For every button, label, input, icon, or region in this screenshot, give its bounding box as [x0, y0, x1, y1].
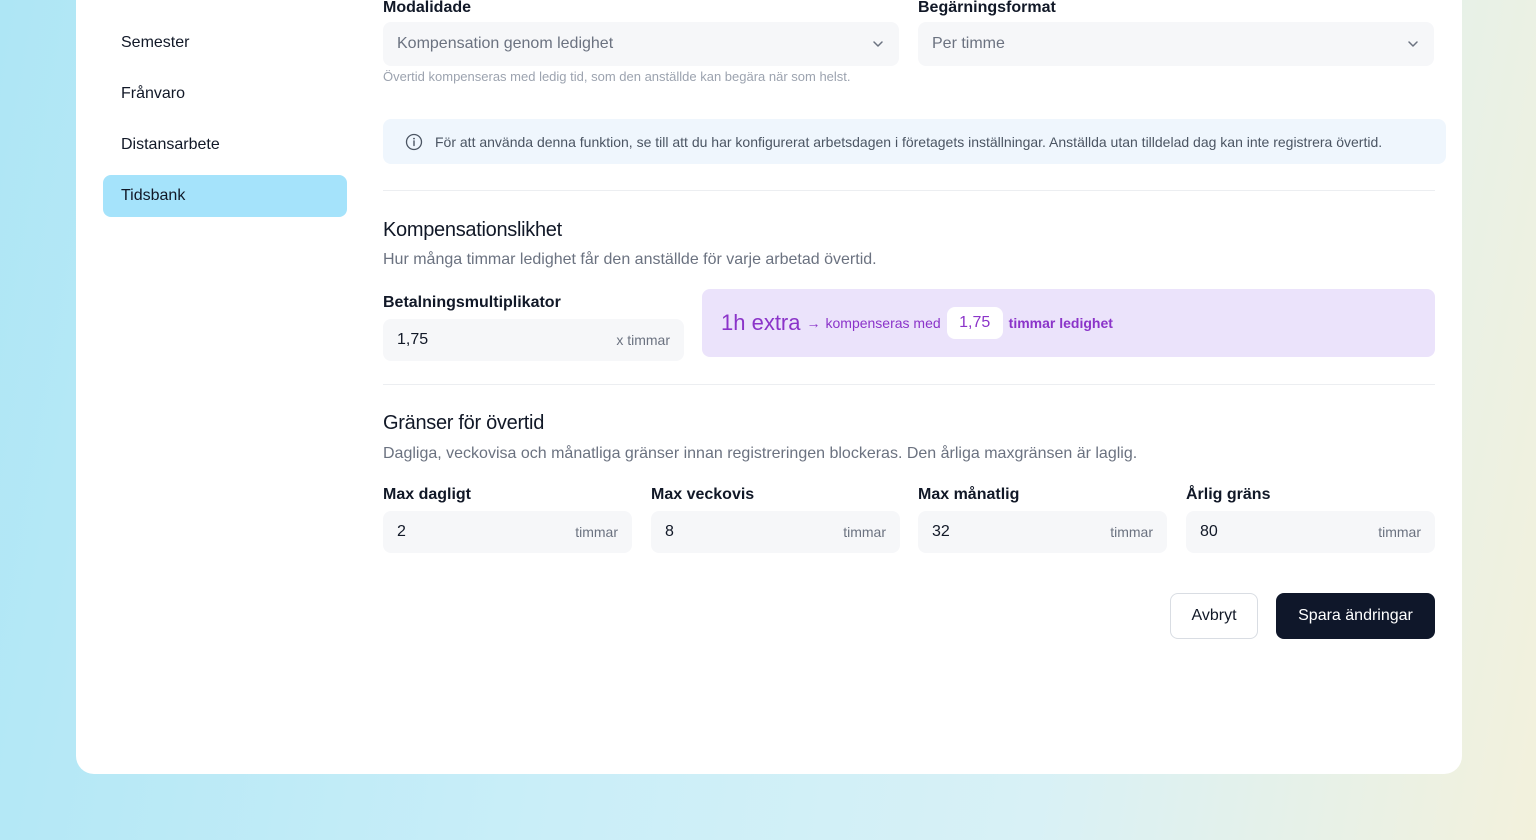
divider: [383, 190, 1435, 191]
max-daily-input[interactable]: 2 timmar: [383, 511, 632, 553]
max-daily-unit: timmar: [575, 524, 618, 540]
sidebar-item-distansarbete[interactable]: Distansarbete: [103, 124, 347, 166]
settings-sidebar: Semester Frånvaro Distansarbete Tidsbank: [103, 22, 347, 226]
sidebar-item-franvaro[interactable]: Frånvaro: [103, 73, 347, 115]
limits-subtitle: Dagliga, veckovisa och månatliga gränser…: [383, 445, 1138, 462]
max-daily-value: 2: [397, 523, 406, 540]
sidebar-item-label: Semester: [121, 34, 190, 51]
max-monthly-field: Max månatlig 32 timmar: [918, 485, 1167, 553]
yearly-limit-field: Årlig gräns 80 timmar: [1186, 485, 1435, 553]
max-weekly-unit: timmar: [843, 524, 886, 540]
preview-trail: timmar ledighet: [1008, 315, 1113, 331]
max-daily-label: Max dagligt: [383, 486, 472, 503]
max-weekly-value: 8: [665, 523, 674, 540]
compensation-title: Kompensationslikhet: [383, 219, 562, 241]
sidebar-item-tidsbank[interactable]: Tidsbank: [103, 175, 347, 217]
multiplier-label: Betalningsmultiplikator: [383, 294, 561, 311]
sidebar-item-semester[interactable]: Semester: [103, 22, 347, 64]
request-format-value: Per timme: [932, 35, 1005, 52]
info-icon: [405, 133, 423, 150]
limits-title: Gränser för övertid: [383, 412, 545, 434]
settings-card: Semester Frånvaro Distansarbete Tidsbank…: [76, 0, 1462, 774]
multiplier-field: Betalningsmultiplikator 1,75 x timmar: [383, 293, 684, 361]
multiplier-input[interactable]: 1,75 x timmar: [383, 319, 684, 361]
cancel-button[interactable]: Avbryt: [1170, 593, 1258, 639]
multiplier-unit: x timmar: [616, 332, 670, 348]
max-monthly-unit: timmar: [1110, 524, 1153, 540]
request-format-field: Begärningsformat Per timme: [918, 0, 1434, 66]
save-button[interactable]: Spara ändringar: [1276, 593, 1435, 639]
modality-select[interactable]: Kompensation genom ledighet: [383, 22, 899, 66]
yearly-limit-value: 80: [1200, 523, 1218, 540]
max-monthly-input[interactable]: 32 timmar: [918, 511, 1167, 553]
modality-value: Kompensation genom ledighet: [397, 35, 614, 52]
sidebar-item-label: Frånvaro: [121, 85, 186, 102]
request-format-select[interactable]: Per timme: [918, 22, 1434, 66]
sidebar-item-label: Tidsbank: [121, 187, 186, 204]
compensation-preview: 1h extra → kompenseras med 1,75 timmar l…: [702, 289, 1435, 357]
divider: [383, 384, 1435, 385]
sidebar-item-label: Distansarbete: [121, 136, 220, 153]
info-alert: För att använda denna funktion, se till …: [383, 119, 1446, 164]
max-monthly-value: 32: [932, 523, 950, 540]
multiplier-value: 1,75: [397, 331, 429, 348]
modality-field: Modalidade Kompensation genom ledighet Ö…: [383, 0, 899, 85]
modality-hint: Övertid kompenseras med ledig tid, som d…: [383, 69, 851, 84]
max-weekly-input[interactable]: 8 timmar: [651, 511, 900, 553]
request-format-label: Begärningsformat: [918, 0, 1056, 16]
max-daily-field: Max dagligt 2 timmar: [383, 485, 632, 553]
chevron-down-icon: [1408, 41, 1418, 47]
yearly-limit-unit: timmar: [1378, 524, 1421, 540]
compensation-subtitle: Hur många timmar ledighet får den anstäl…: [383, 251, 877, 268]
max-weekly-field: Max veckovis 8 timmar: [651, 485, 900, 553]
max-weekly-label: Max veckovis: [651, 486, 755, 503]
max-monthly-label: Max månatlig: [918, 486, 1020, 503]
modality-label: Modalidade: [383, 0, 472, 16]
yearly-limit-input[interactable]: 80 timmar: [1186, 511, 1435, 553]
settings-main: Modalidade Kompensation genom ledighet Ö…: [383, 0, 1447, 774]
chevron-down-icon: [873, 41, 883, 47]
arrow-right-icon: →: [806, 315, 821, 331]
preview-lead: 1h extra: [721, 310, 801, 335]
preview-middle: kompenseras med: [825, 315, 941, 331]
info-alert-text: För att använda denna funktion, se till …: [435, 133, 1383, 150]
yearly-limit-label: Årlig gräns: [1186, 486, 1271, 503]
preview-value: 1,75: [946, 307, 1003, 339]
